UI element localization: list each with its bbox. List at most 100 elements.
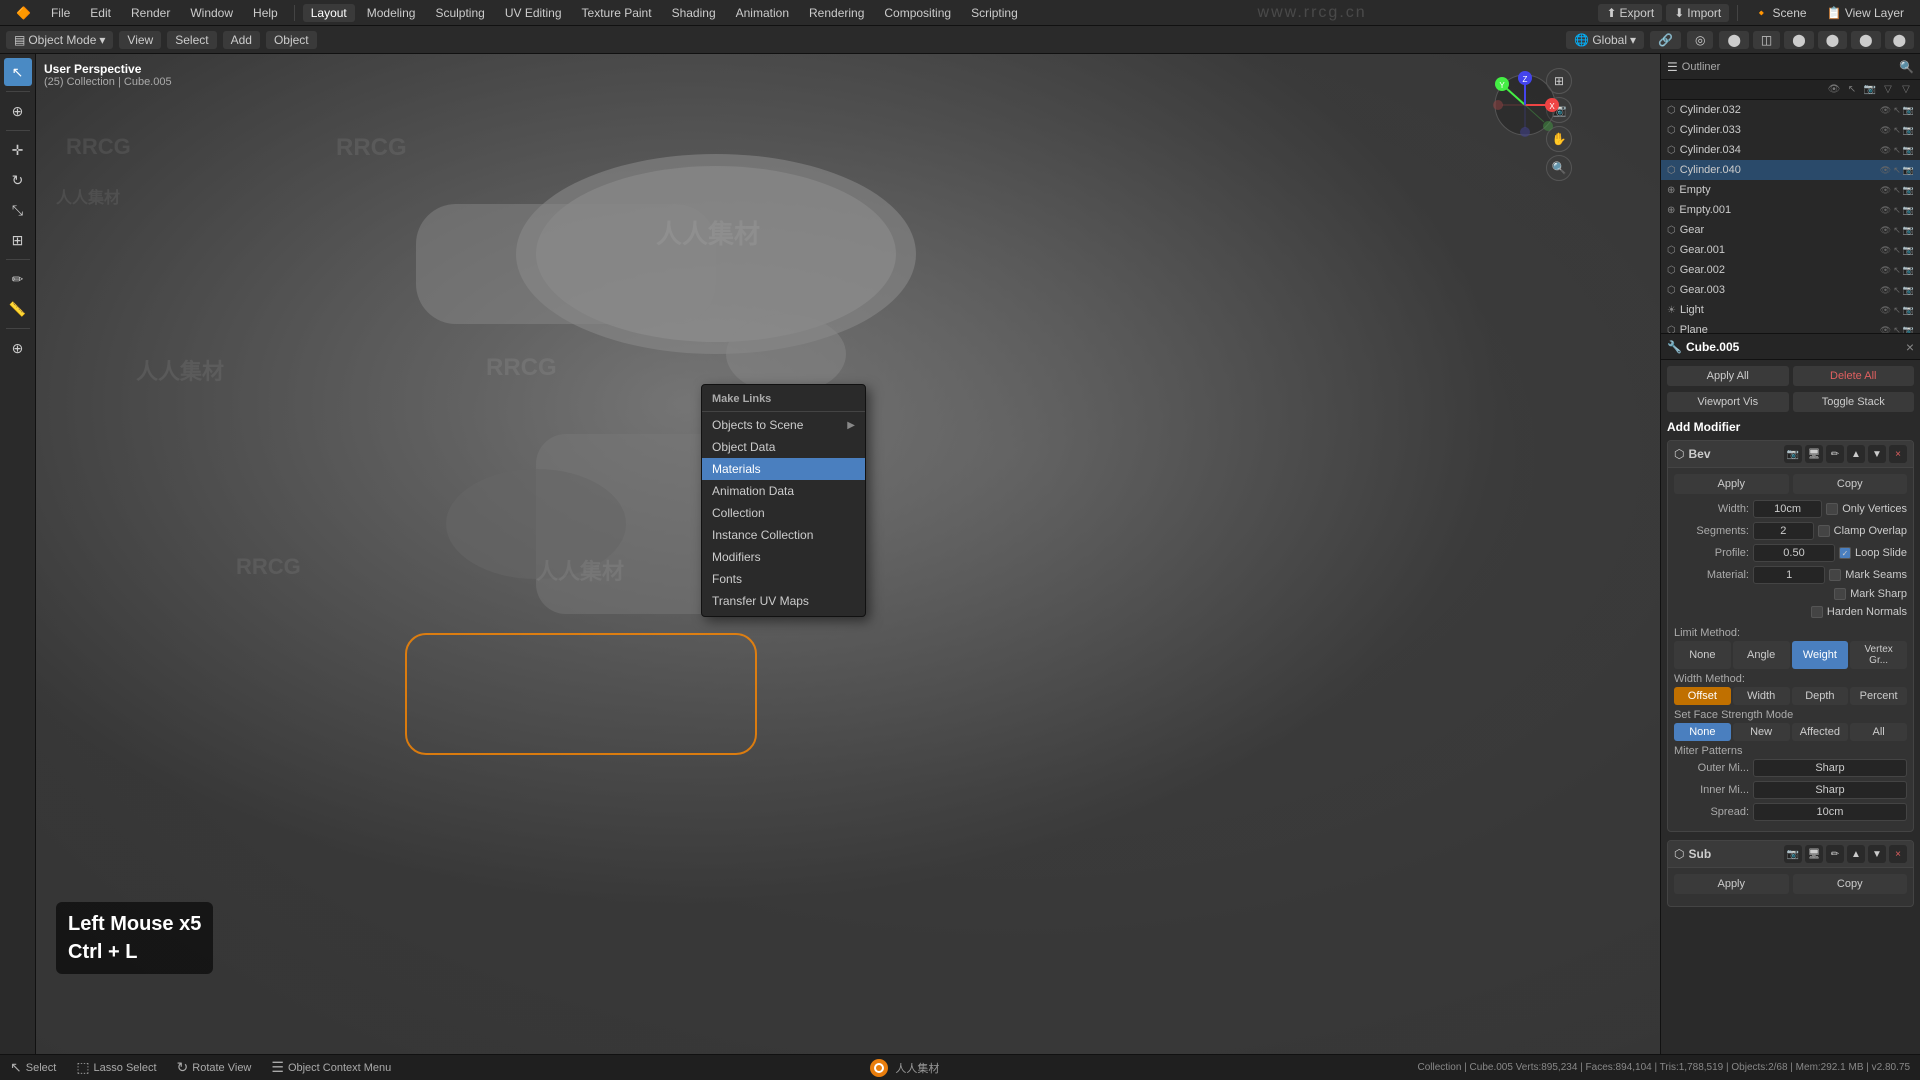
- scale-tool[interactable]: ⤡: [4, 196, 32, 224]
- width-depth-btn[interactable]: Depth: [1792, 687, 1849, 705]
- menu-texture-paint[interactable]: Texture Paint: [574, 4, 660, 22]
- outliner-item-render[interactable]: 📷: [1903, 105, 1914, 116]
- bev-profile-value[interactable]: 0.50: [1753, 544, 1835, 562]
- bev-segments-value[interactable]: 2: [1753, 522, 1814, 540]
- width-width-btn[interactable]: Width: [1733, 687, 1790, 705]
- menu-edit[interactable]: Edit: [82, 4, 119, 22]
- outliner-item-cylinder-032[interactable]: ⬡ Cylinder.032 👁 ↖ 📷: [1661, 100, 1920, 120]
- menu-modeling[interactable]: Modeling: [359, 4, 424, 22]
- spread-value[interactable]: 10cm: [1753, 803, 1907, 821]
- bev-render-btn[interactable]: 📷: [1784, 445, 1802, 463]
- overlay-btn[interactable]: ⬤: [1719, 31, 1748, 49]
- limit-vertex-gr-btn[interactable]: Vertex Gr...: [1850, 641, 1907, 669]
- outliner-item-sel[interactable]: ↖: [1893, 305, 1901, 316]
- sub-edit-btn[interactable]: ✏: [1826, 845, 1844, 863]
- material-view-btn[interactable]: ⬤: [1818, 31, 1847, 49]
- bev-only-vertices-cb[interactable]: [1826, 503, 1838, 515]
- bev-mark-sharp-cb[interactable]: [1834, 588, 1846, 600]
- sub-up-btn[interactable]: ▲: [1847, 845, 1865, 863]
- viewport-vis-btn[interactable]: Viewport Vis: [1667, 392, 1789, 412]
- blender-logo[interactable]: 🔶: [8, 4, 39, 22]
- outliner-item-sel[interactable]: ↖: [1893, 225, 1901, 236]
- menu-render[interactable]: Render: [123, 4, 178, 22]
- outliner-item-vis[interactable]: 👁: [1880, 165, 1891, 176]
- sub-copy-btn[interactable]: Copy: [1793, 874, 1908, 894]
- limit-angle-btn[interactable]: Angle: [1733, 641, 1790, 669]
- prop-close-btn[interactable]: ×: [1906, 339, 1914, 355]
- export-btn[interactable]: ⬆ Export: [1598, 4, 1662, 22]
- outliner-item-sel[interactable]: ↖: [1893, 245, 1901, 256]
- outliner-item-vis[interactable]: 👁: [1880, 105, 1891, 116]
- outliner-item-vis[interactable]: 👁: [1880, 145, 1891, 156]
- outliner-item-render[interactable]: 📷: [1903, 245, 1914, 256]
- outliner-item-render[interactable]: 📷: [1903, 265, 1914, 276]
- axis-gizmo[interactable]: X Y Z: [1490, 70, 1560, 140]
- ctx-item-animation-data[interactable]: Animation Data: [702, 480, 865, 502]
- outliner-item-plane[interactable]: ⬡ Plane 👁 ↖ 📷: [1661, 320, 1920, 333]
- outliner-item-sel[interactable]: ↖: [1893, 205, 1901, 216]
- outliner-item-render[interactable]: 📷: [1903, 285, 1914, 296]
- menu-scripting[interactable]: Scripting: [963, 4, 1026, 22]
- outliner-filter-icon[interactable]: 🔍: [1899, 60, 1914, 74]
- menu-uv-editing[interactable]: UV Editing: [497, 4, 570, 22]
- menu-sculpting[interactable]: Sculpting: [427, 4, 492, 22]
- face-all-btn[interactable]: All: [1850, 723, 1907, 741]
- view-menu[interactable]: View: [119, 31, 161, 49]
- face-none-btn[interactable]: None: [1674, 723, 1731, 741]
- inner-mi-value[interactable]: Sharp: [1753, 781, 1907, 799]
- outliner-item-sel[interactable]: ↖: [1893, 285, 1901, 296]
- sub-render-btn[interactable]: 📷: [1784, 845, 1802, 863]
- outliner-item-gear-001[interactable]: ⬡ Gear.001 👁 ↖ 📷: [1661, 240, 1920, 260]
- bev-copy-btn[interactable]: Copy: [1793, 474, 1908, 494]
- outliner-item-vis[interactable]: 👁: [1880, 245, 1891, 256]
- object-menu[interactable]: Object: [266, 31, 317, 49]
- menu-help[interactable]: Help: [245, 4, 286, 22]
- menu-animation[interactable]: Animation: [728, 4, 797, 22]
- outliner-item-gear[interactable]: ⬡ Gear 👁 ↖ 📷: [1661, 220, 1920, 240]
- width-percent-btn[interactable]: Percent: [1850, 687, 1907, 705]
- transform-tool[interactable]: ⊞: [4, 226, 32, 254]
- xray-btn[interactable]: ◫: [1753, 31, 1780, 49]
- limit-weight-btn[interactable]: Weight: [1792, 641, 1849, 669]
- outliner-item-vis[interactable]: 👁: [1880, 325, 1891, 334]
- width-offset-btn[interactable]: Offset: [1674, 687, 1731, 705]
- outliner-item-render[interactable]: 📷: [1903, 225, 1914, 236]
- toggle-stack-btn[interactable]: Toggle Stack: [1793, 392, 1915, 412]
- outliner-item-sel[interactable]: ↖: [1893, 165, 1901, 176]
- ctx-item-materials[interactable]: Materials: [702, 458, 865, 480]
- rotate-tool[interactable]: ↻: [4, 166, 32, 194]
- outliner-item-render[interactable]: 📷: [1903, 125, 1914, 136]
- ctx-item-transfer-uv[interactable]: Transfer UV Maps: [702, 590, 865, 612]
- outliner-item-vis[interactable]: 👁: [1880, 185, 1891, 196]
- outliner-item-vis[interactable]: 👁: [1880, 205, 1891, 216]
- outliner-item-vis[interactable]: 👁: [1880, 125, 1891, 136]
- move-tool[interactable]: ✛: [4, 136, 32, 164]
- outliner-item-render[interactable]: 📷: [1903, 165, 1914, 176]
- bev-viewport-btn[interactable]: 🖥: [1805, 445, 1823, 463]
- measure-tool[interactable]: 📏: [4, 295, 32, 323]
- outliner-item-cylinder-040[interactable]: ⬡ Cylinder.040 👁 ↖ 📷: [1661, 160, 1920, 180]
- menu-window[interactable]: Window: [182, 4, 241, 22]
- outliner-item-sel[interactable]: ↖: [1893, 105, 1901, 116]
- transform-global[interactable]: 🌐 Global ▾: [1566, 31, 1644, 49]
- ctx-item-object-data[interactable]: Object Data: [702, 436, 865, 458]
- bev-down-btn[interactable]: ▼: [1868, 445, 1886, 463]
- menu-compositing[interactable]: Compositing: [876, 4, 959, 22]
- bev-loop-slide-cb[interactable]: ✓: [1839, 547, 1851, 559]
- outliner-item-vis[interactable]: 👁: [1880, 285, 1891, 296]
- outliner-item-gear-002[interactable]: ⬡ Gear.002 👁 ↖ 📷: [1661, 260, 1920, 280]
- view-layer-selector[interactable]: 📋 View Layer: [1819, 4, 1912, 22]
- zoom-btn[interactable]: 🔍: [1546, 155, 1572, 181]
- bev-close-btn[interactable]: ×: [1889, 445, 1907, 463]
- outliner-item-sel[interactable]: ↖: [1893, 125, 1901, 136]
- bev-harden-normals-cb[interactable]: [1811, 606, 1823, 618]
- sub-close-btn[interactable]: ×: [1889, 845, 1907, 863]
- outliner-item-empty[interactable]: ⊕ Empty 👁 ↖ 📷: [1661, 180, 1920, 200]
- menu-shading[interactable]: Shading: [664, 4, 724, 22]
- rendered-view-btn[interactable]: ⬤: [1885, 31, 1914, 49]
- apply-all-btn[interactable]: Apply All: [1667, 366, 1789, 386]
- outliner-item-vis[interactable]: 👁: [1880, 265, 1891, 276]
- ctx-item-objects-to-scene[interactable]: Objects to Scene ▶: [702, 414, 865, 436]
- outliner-item-render[interactable]: 📷: [1903, 325, 1914, 334]
- sub-down-btn[interactable]: ▼: [1868, 845, 1886, 863]
